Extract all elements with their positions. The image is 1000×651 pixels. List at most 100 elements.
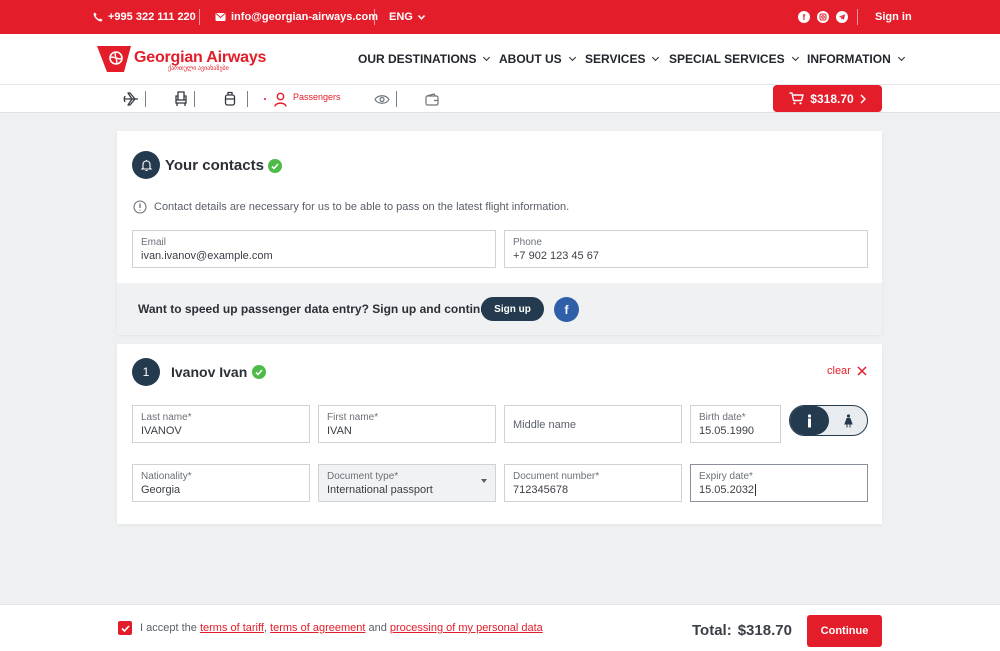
footer-bar: I accept the terms of tariff, terms of a… <box>0 604 1000 651</box>
email-value: ivan.ivanov@example.com <box>141 250 273 262</box>
email-link[interactable]: info@georgian-airways.com <box>215 0 378 34</box>
last-name-value: IVANOV <box>141 425 182 437</box>
birth-date-field[interactable]: Birth date* 15.05.1990 <box>690 405 781 443</box>
main-header: Georgian Airways ქართული ავიახაზები OUR … <box>0 34 1000 84</box>
male-option[interactable] <box>790 406 829 435</box>
female-option[interactable] <box>829 406 868 435</box>
step-divider <box>247 91 248 107</box>
wallet-step-icon[interactable] <box>423 90 441 108</box>
facebook-login-button[interactable]: f <box>554 297 579 322</box>
document-type-label: Document type* <box>327 471 399 482</box>
first-name-field[interactable]: First name* IVAN <box>318 405 496 443</box>
seat-step-icon[interactable] <box>172 90 190 108</box>
step-divider <box>194 91 195 107</box>
close-icon <box>857 366 867 376</box>
nav-about-us[interactable]: ABOUT US <box>499 34 576 84</box>
check-icon <box>268 159 282 173</box>
document-type-select[interactable]: Document type* International passport <box>318 464 496 502</box>
divider <box>374 9 375 25</box>
check-icon <box>252 365 266 379</box>
female-icon <box>844 413 853 427</box>
telegram-icon[interactable] <box>836 11 848 23</box>
phone-number: +995 322 111 220 <box>108 11 196 23</box>
total-summary: Total: $318.70 <box>692 622 792 639</box>
sign-in-link[interactable]: Sign in <box>875 0 912 34</box>
phone-label: Phone <box>513 237 542 248</box>
accept-prefix: I accept the <box>140 622 197 634</box>
expiry-date-field[interactable]: Expiry date* 15.05.2032 <box>690 464 868 502</box>
nav-destinations[interactable]: OUR DESTINATIONS <box>358 34 491 84</box>
last-name-label: Last name* <box>141 412 192 423</box>
flight-step-icon[interactable] <box>122 90 140 108</box>
step-label-passengers[interactable]: Passengers <box>293 92 341 102</box>
last-name-field[interactable]: Last name* IVANOV <box>132 405 310 443</box>
total-label: Total: <box>692 622 732 639</box>
chevron-down-icon <box>791 53 799 62</box>
first-name-label: First name* <box>327 412 379 423</box>
document-number-label: Document number* <box>513 471 600 482</box>
divider <box>857 9 858 25</box>
email-field[interactable]: Email ivan.ivanov@example.com <box>132 230 496 268</box>
personal-data-link[interactable]: processing of my personal data <box>390 622 543 634</box>
logo-icon[interactable] <box>97 46 133 72</box>
middle-name-field[interactable]: Middle name <box>504 405 682 443</box>
male-icon <box>807 413 812 427</box>
instagram-icon[interactable] <box>817 11 829 23</box>
info-icon <box>133 200 147 214</box>
cart-total: $318.70 <box>810 91 854 106</box>
facebook-icon[interactable]: f <box>798 11 810 23</box>
first-name-value: IVAN <box>327 425 352 437</box>
nav-services[interactable]: SERVICES <box>585 34 660 84</box>
divider <box>199 9 200 25</box>
birth-date-value: 15.05.1990 <box>699 425 755 437</box>
user-step-icon[interactable] <box>271 90 289 108</box>
phone-field[interactable]: Phone +7 902 123 45 67 <box>504 230 868 268</box>
contacts-title: Your contacts <box>165 157 264 174</box>
nav-label: SERVICES <box>585 52 646 66</box>
email-address: info@georgian-airways.com <box>231 11 379 23</box>
eye-step-icon[interactable] <box>373 90 391 108</box>
chevron-down-icon <box>652 53 660 62</box>
chevron-down-icon <box>568 53 576 62</box>
passenger-number: 1 <box>132 358 160 386</box>
contacts-info-text: Contact details are necessary for us to … <box>154 201 570 213</box>
birth-date-label: Birth date* <box>699 412 746 423</box>
continue-button[interactable]: Continue <box>807 615 882 647</box>
document-number-field[interactable]: Document number* 712345678 <box>504 464 682 502</box>
nav-label: INFORMATION <box>807 52 891 66</box>
language-selector[interactable]: ENG <box>389 0 425 34</box>
step-divider <box>145 91 146 107</box>
top-bar: +995 322 111 220 info@georgian-airways.c… <box>0 0 1000 34</box>
logo-subtitle: ქართული ავიახაზები <box>168 66 229 72</box>
expiry-date-value: 15.05.2032 <box>699 484 757 496</box>
gender-toggle[interactable] <box>789 405 868 436</box>
cart-icon <box>789 92 804 105</box>
caret-down-icon <box>481 479 487 483</box>
clear-button[interactable]: clear <box>827 365 867 377</box>
nationality-field[interactable]: Nationality* Georgia <box>132 464 310 502</box>
nav-label: OUR DESTINATIONS <box>358 52 477 66</box>
terms-text: I accept the terms of tariff, terms of a… <box>140 622 543 634</box>
accept-checkbox[interactable] <box>118 621 132 635</box>
phone-link[interactable]: +995 322 111 220 <box>93 0 196 34</box>
total-value: $318.70 <box>737 622 792 639</box>
nav-special-services[interactable]: SPECIAL SERVICES <box>669 34 799 84</box>
email-label: Email <box>141 237 167 248</box>
expiry-date-label: Expiry date* <box>699 471 753 482</box>
middle-name-placeholder: Middle name <box>513 419 576 431</box>
baggage-step-icon[interactable] <box>221 90 239 108</box>
sign-up-button[interactable]: Sign up <box>481 297 544 321</box>
document-number-value: 712345678 <box>513 484 569 496</box>
nationality-label: Nationality* <box>141 471 192 482</box>
comma: , <box>263 622 267 634</box>
cart-button[interactable]: $318.70 <box>773 85 882 112</box>
phone-icon <box>93 12 103 22</box>
nav-information[interactable]: INFORMATION <box>807 34 905 84</box>
terms-of-agreement-link[interactable]: terms of agreement <box>270 622 365 634</box>
step-divider <box>396 91 397 107</box>
clear-label: clear <box>827 365 851 377</box>
nav-label: ABOUT US <box>499 52 562 66</box>
nationality-value: Georgia <box>141 484 181 496</box>
terms-of-tariff-link[interactable]: terms of tariff <box>200 622 264 634</box>
sign-in-label: Sign in <box>875 11 912 23</box>
